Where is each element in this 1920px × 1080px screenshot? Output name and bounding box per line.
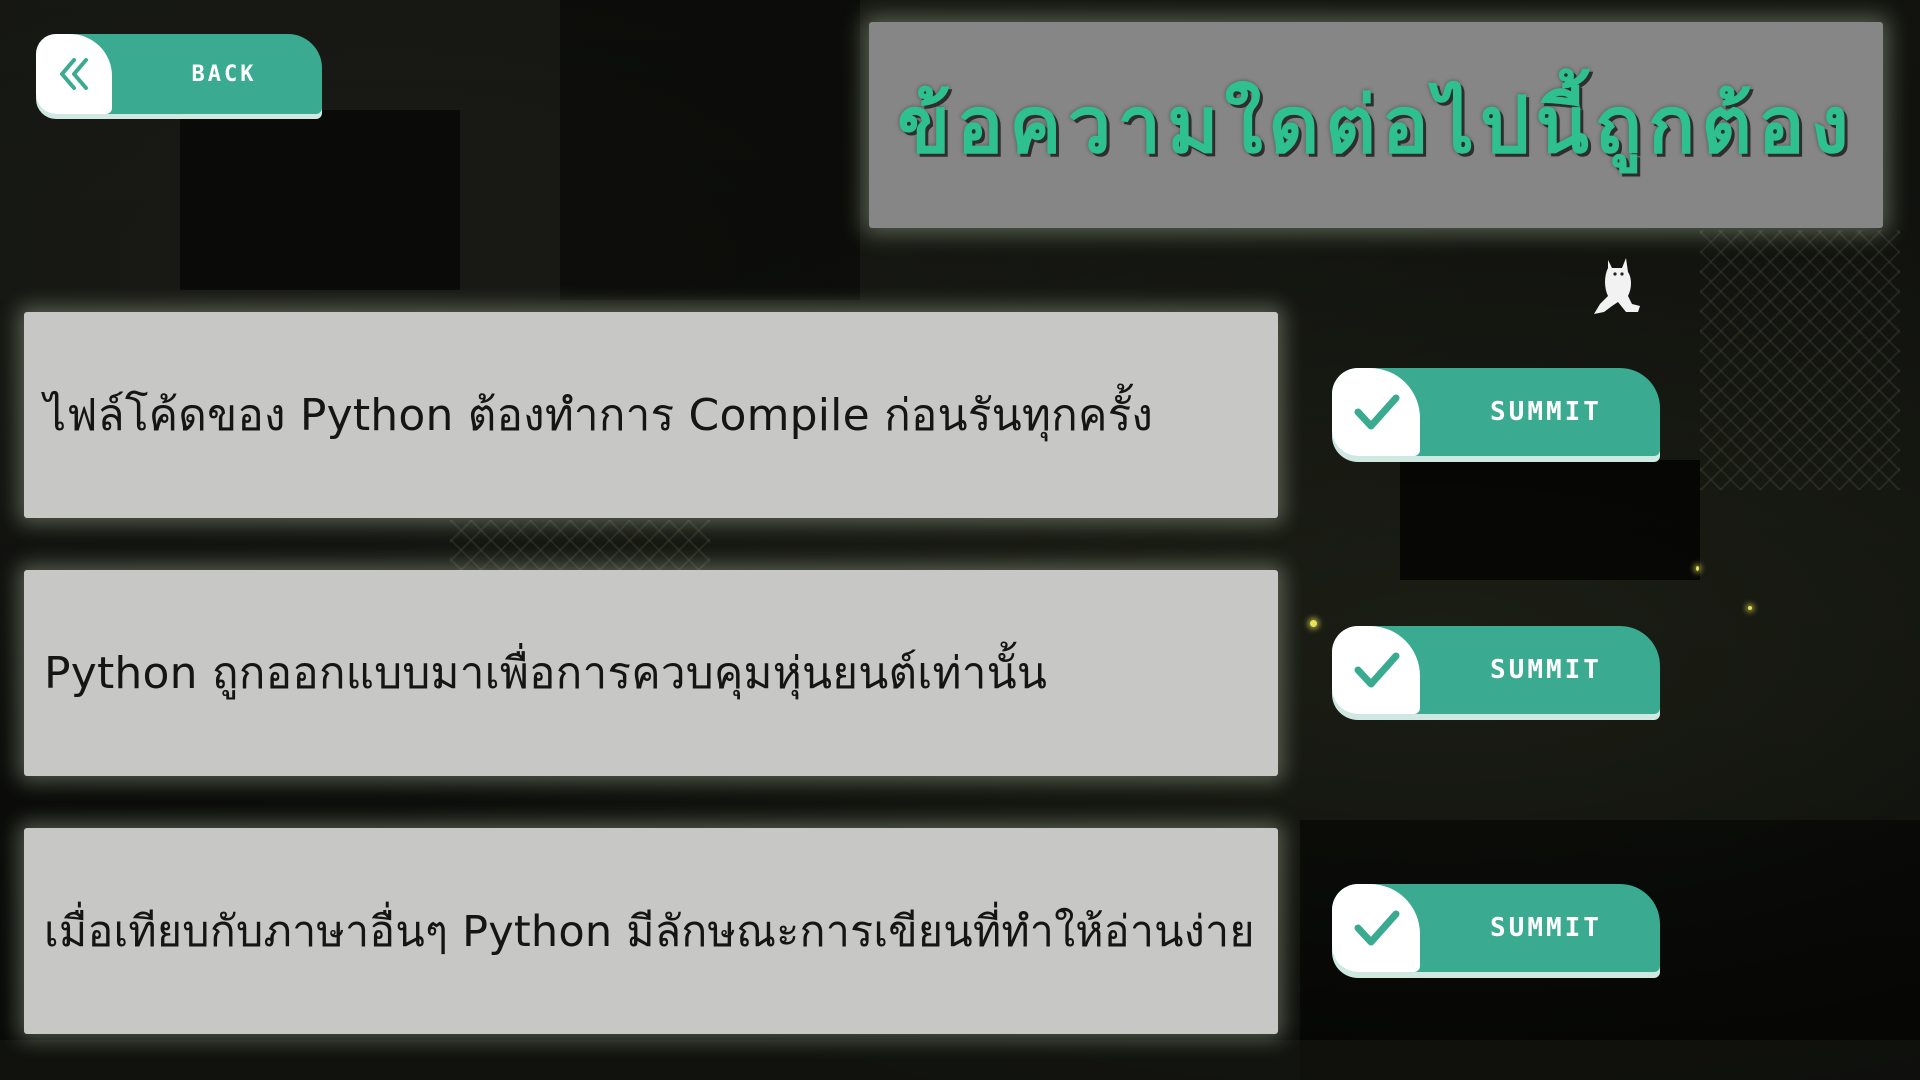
checkmark-icon xyxy=(1354,394,1400,430)
answer-card[interactable]: ไฟล์โค้ดของ Python ต้องทำการ Compile ก่อ… xyxy=(24,312,1278,518)
cat-character-icon xyxy=(1594,258,1640,314)
submit-button[interactable]: SUMMIT xyxy=(1332,368,1660,456)
firefly-light xyxy=(1696,566,1699,571)
answer-card[interactable]: Python ถูกออกแบบมาเพื่อการควบคุมหุ่นยนต์… xyxy=(24,570,1278,776)
answer-card[interactable]: เมื่อเทียบกับภาษาอื่นๆ Python มีลักษณะกา… xyxy=(24,828,1278,1034)
answer-text: ไฟล์โค้ดของ Python ต้องทำการ Compile ก่อ… xyxy=(44,390,1154,441)
answer-text: Python ถูกออกแบบมาเพื่อการควบคุมหุ่นยนต์… xyxy=(44,648,1048,699)
submit-button-label: SUMMIT xyxy=(1490,913,1602,943)
background-structure xyxy=(1400,460,1700,580)
answer-text: เมื่อเทียบกับภาษาอื่นๆ Python มีลักษณะกา… xyxy=(44,907,1255,957)
submit-button-label: SUMMIT xyxy=(1490,397,1602,427)
page-title: ข้อความใดต่อไปนี้ถูกต้อง xyxy=(897,81,1855,171)
submit-button[interactable]: SUMMIT xyxy=(1332,626,1660,714)
question-title-panel: ข้อความใดต่อไปนี้ถูกต้อง xyxy=(869,22,1883,228)
check-icon-container xyxy=(1332,368,1420,456)
back-icon-container xyxy=(36,34,112,114)
game-screen: BACK ข้อความใดต่อไปนี้ถูกต้อง ไฟล์โค้ดขอ… xyxy=(0,0,1920,1080)
background-ground xyxy=(0,1040,1920,1080)
checkmark-icon xyxy=(1354,910,1400,946)
firefly-light xyxy=(1310,620,1317,627)
background-pillar xyxy=(180,110,460,290)
background-pillar xyxy=(560,0,860,300)
back-button-label: BACK xyxy=(191,61,257,87)
check-icon-container xyxy=(1332,626,1420,714)
back-button[interactable]: BACK xyxy=(36,34,322,114)
submit-button-label: SUMMIT xyxy=(1490,655,1602,685)
firefly-light xyxy=(1748,606,1752,610)
check-icon-container xyxy=(1332,884,1420,972)
background-fence xyxy=(1700,230,1900,490)
submit-button[interactable]: SUMMIT xyxy=(1332,884,1660,972)
checkmark-icon xyxy=(1354,652,1400,688)
double-chevron-left-icon xyxy=(60,58,88,90)
